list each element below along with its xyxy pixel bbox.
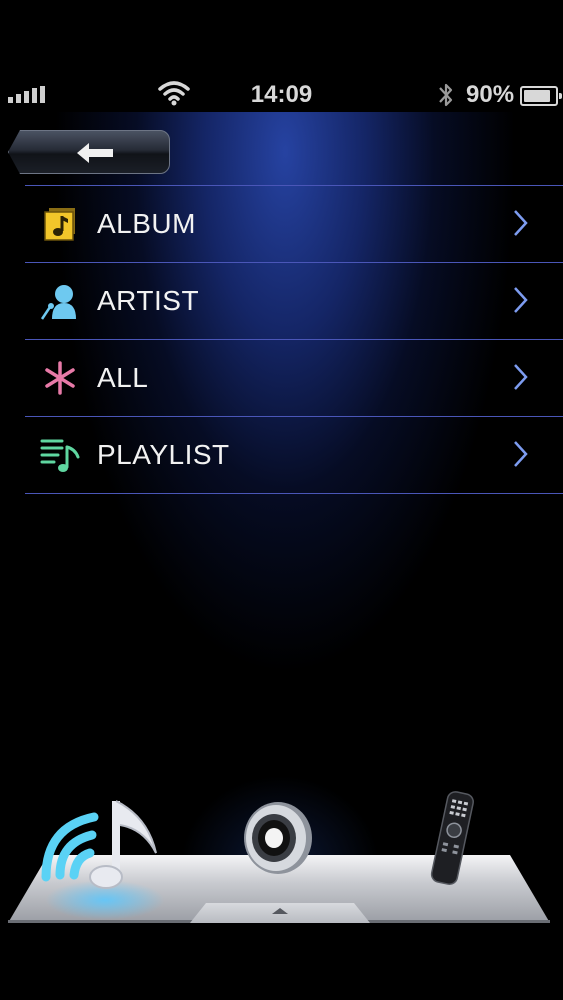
chevron-right-icon <box>514 364 528 390</box>
menu-item-label: ARTIST <box>97 285 200 316</box>
speaker-icon <box>244 802 312 874</box>
artist-icon <box>40 285 76 320</box>
network-music-button[interactable] <box>38 795 163 905</box>
album-icon <box>44 208 75 241</box>
up-arrow-icon <box>272 908 288 914</box>
menu-item-label: ALBUM <box>97 208 196 239</box>
menu-item-label: ALL <box>97 362 149 393</box>
speaker-button[interactable] <box>240 800 316 880</box>
status-bar: 14:09 90% <box>0 0 563 112</box>
menu-item-album[interactable]: ALBUM <box>25 185 563 262</box>
bluetooth-icon <box>439 83 453 107</box>
chevron-right-icon <box>514 441 528 467</box>
battery-percent: 90% <box>466 81 515 108</box>
playlist-icon <box>40 439 80 472</box>
menu-item-artist[interactable]: ARTIST <box>25 262 563 339</box>
chevron-right-icon <box>514 210 528 236</box>
asterisk-icon <box>45 361 75 395</box>
menu-item-label: PLAYLIST <box>97 439 230 470</box>
network-music-icon <box>41 800 157 889</box>
back-button[interactable] <box>8 130 170 174</box>
source-menu: ALBUM ARTIST ALL PLAYLIST <box>25 185 563 494</box>
chevron-right-icon <box>514 287 528 313</box>
battery-icon <box>520 86 562 106</box>
remote-control-button[interactable] <box>425 790 480 890</box>
menu-item-all[interactable]: ALL <box>25 339 563 416</box>
remote-control-icon <box>430 791 474 886</box>
bottom-dock <box>0 775 563 1000</box>
left-arrow-icon <box>77 143 113 163</box>
menu-item-playlist[interactable]: PLAYLIST <box>25 416 563 494</box>
